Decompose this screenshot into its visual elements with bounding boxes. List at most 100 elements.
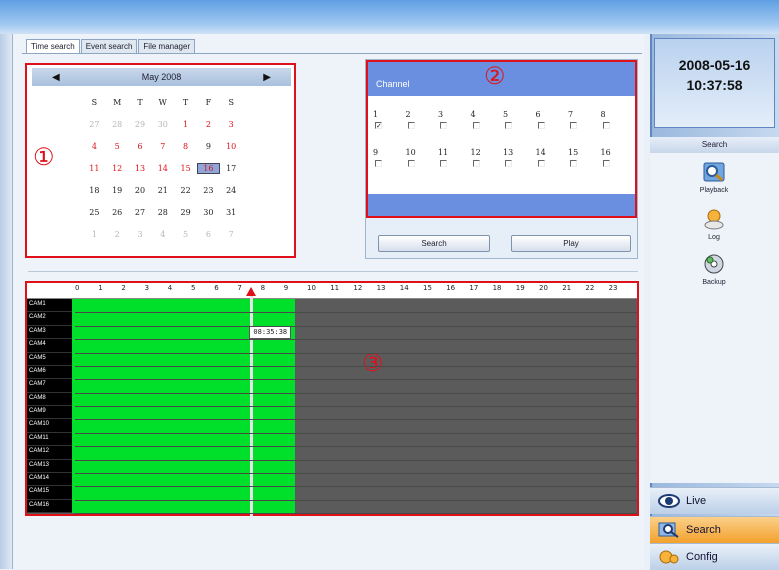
calendar-day[interactable]: 30 (197, 208, 220, 217)
channel-checkbox[interactable] (407, 122, 415, 129)
camera-row-divider (75, 312, 637, 314)
calendar-day[interactable]: 27 (83, 120, 106, 129)
channel-number: 3 (438, 110, 444, 119)
calendar-day[interactable]: 3 (220, 120, 243, 129)
channel-checkbox[interactable] (472, 122, 480, 129)
calendar-day[interactable]: 1 (83, 230, 106, 239)
camera-label[interactable]: CAM5 (27, 353, 75, 366)
calendar-day[interactable]: 20 (129, 186, 152, 195)
calendar-day[interactable]: 2 (106, 230, 129, 239)
calendar-day[interactable]: 8 (174, 142, 197, 151)
camera-label[interactable]: CAM13 (27, 460, 75, 473)
calendar-day[interactable]: 12 (106, 164, 129, 173)
calendar-day-selected[interactable]: 16 (196, 162, 220, 174)
next-month-icon[interactable]: ▶ (263, 72, 271, 83)
hour-tick-label: 21 (562, 284, 572, 292)
channel-checkbox[interactable] (602, 122, 610, 129)
tab-time-search[interactable]: Time search (26, 39, 80, 53)
calendar-day[interactable]: 27 (129, 208, 152, 217)
calendar-day[interactable]: 10 (220, 142, 243, 151)
calendar-day[interactable]: 6 (197, 230, 220, 239)
calendar-day[interactable]: 28 (151, 208, 174, 217)
camera-label[interactable]: CAM14 (27, 473, 75, 487)
calendar-day[interactable]: 25 (83, 208, 106, 217)
cursor-marker-icon[interactable] (246, 287, 257, 296)
channel-checkbox[interactable] (505, 160, 512, 167)
calendar-day[interactable]: 7 (151, 142, 174, 151)
calendar-day[interactable]: 13 (129, 164, 152, 173)
calendar-day[interactable]: 4 (83, 142, 106, 151)
channel-number: 12 (470, 148, 481, 157)
channel-checkbox[interactable] (537, 160, 545, 167)
play-button[interactable]: Play (511, 235, 631, 252)
tab-file-manager[interactable]: File manager (138, 39, 196, 53)
camera-label[interactable]: CAM8 (27, 393, 75, 406)
nav-search[interactable]: Search (650, 516, 779, 543)
camera-label[interactable]: CAM7 (27, 379, 75, 393)
calendar-day[interactable]: 5 (106, 142, 129, 151)
calendar-day[interactable]: 17 (220, 164, 243, 173)
calendar-day[interactable]: 23 (197, 186, 220, 195)
calendar-day[interactable]: 30 (151, 120, 174, 129)
calendar-header: ◀ May 2008 ▶ (32, 68, 291, 86)
channel-checkbox[interactable] (375, 160, 382, 167)
calendar-day[interactable]: 3 (129, 230, 152, 239)
calendar-day[interactable]: 19 (106, 186, 129, 195)
channel-checkbox[interactable] (537, 122, 545, 129)
calendar-day[interactable]: 14 (151, 164, 174, 173)
sidebar-item-log[interactable]: Log (674, 208, 754, 241)
prev-month-icon[interactable]: ◀ (52, 72, 60, 83)
camera-label[interactable]: CAM6 (27, 366, 75, 380)
camera-label[interactable]: CAM2 (27, 312, 75, 326)
channel-checkbox[interactable] (407, 160, 415, 167)
calendar-day[interactable]: 1 (174, 120, 197, 129)
calendar-day[interactable]: 31 (220, 208, 243, 217)
calendar-day[interactable]: 5 (174, 230, 197, 239)
calendar-day[interactable]: 7 (220, 230, 243, 239)
calendar-day[interactable]: 9 (197, 142, 220, 151)
calendar-day[interactable]: 24 (220, 186, 243, 195)
channel-checkbox[interactable] (472, 160, 480, 167)
camera-label[interactable]: CAM16 (27, 500, 75, 513)
channel-checkbox[interactable] (602, 160, 610, 167)
camera-label[interactable]: CAM10 (27, 419, 75, 433)
calendar-day[interactable]: 28 (106, 120, 129, 129)
channel-checkbox[interactable] (570, 160, 577, 167)
calendar-day[interactable]: 29 (129, 120, 152, 129)
calendar-day[interactable]: 4 (151, 230, 174, 239)
sidebar-item-backup[interactable]: Backup (674, 253, 754, 286)
camera-label[interactable]: CAM4 (27, 339, 75, 353)
camera-label[interactable]: CAM9 (27, 406, 75, 420)
camera-label[interactable]: CAM12 (27, 446, 75, 460)
camera-label[interactable]: CAM15 (27, 486, 75, 500)
time-cursor[interactable] (250, 288, 254, 516)
channel-checkbox[interactable] (440, 160, 447, 167)
channel-checkbox[interactable] (570, 122, 577, 129)
timeline-panel[interactable]: 0 1 2 3 4 5 6 7 8 9 10 11 12 13 14 15 16 17 18 19 20 21 22 23 C… (25, 281, 639, 516)
hour-tick-label: 6 (214, 284, 219, 292)
channel-checkbox[interactable] (505, 122, 512, 129)
channel-item: 8 (601, 110, 634, 148)
backup-icon (704, 254, 724, 274)
camera-label[interactable]: CAM3 (27, 326, 75, 340)
calendar-day[interactable]: 22 (174, 186, 197, 195)
search-button[interactable]: Search (378, 235, 490, 252)
calendar-day[interactable]: 6 (129, 142, 152, 151)
hour-tick-label: 14 (399, 284, 409, 292)
calendar-day[interactable]: 29 (174, 208, 197, 217)
sidebar-item-playback[interactable]: Playback (674, 161, 754, 194)
calendar-day[interactable]: 18 (83, 186, 106, 195)
camera-label[interactable]: CAM11 (27, 433, 75, 447)
channel-checkbox[interactable]: ✓ (375, 122, 382, 130)
tab-event-search[interactable]: Event search (80, 39, 138, 53)
calendar-day[interactable]: 11 (83, 164, 106, 173)
nav-config[interactable]: Config (650, 543, 779, 570)
calendar-day[interactable]: 26 (106, 208, 129, 217)
camera-labels: CAM1 CAM2 CAM3 CAM4 CAM5 CAM6 CAM7 CAM8 CAM9 CAM1… (27, 299, 75, 513)
calendar-day[interactable]: 2 (197, 120, 220, 129)
camera-label[interactable]: CAM1 (27, 299, 75, 313)
channel-checkbox[interactable] (440, 122, 447, 129)
calendar-day[interactable]: 21 (151, 186, 174, 195)
nav-live[interactable]: Live (650, 487, 779, 514)
calendar-day[interactable]: 15 (174, 164, 197, 173)
